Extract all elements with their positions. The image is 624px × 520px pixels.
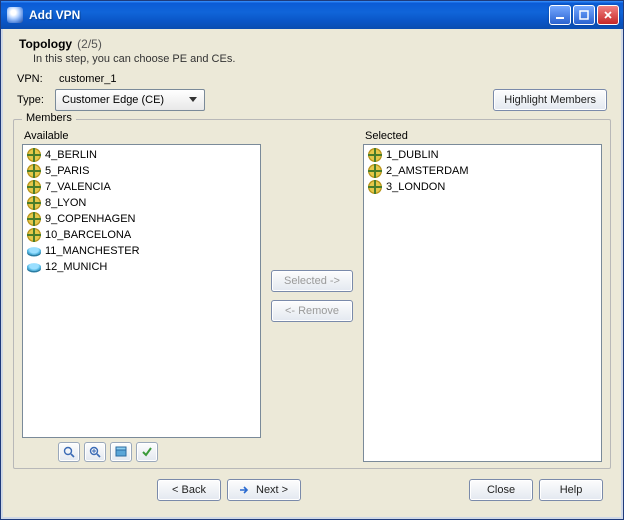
back-button[interactable]: < Back: [157, 479, 221, 501]
heading-title: Topology: [19, 37, 72, 51]
available-column: Available 4_BERLIN 5_PARIS 7_VALENCIA 8_LYO…: [22, 130, 261, 462]
list-item-label: 9_COPENHAGEN: [45, 213, 135, 225]
globe-icon: [27, 164, 41, 178]
list-item-label: 2_AMSTERDAM: [386, 165, 469, 177]
list-item-label: 7_VALENCIA: [45, 181, 111, 193]
disk-icon: [27, 247, 41, 255]
maximize-icon: [579, 10, 589, 20]
check-icon[interactable]: [136, 442, 158, 462]
vpn-value: customer_1: [55, 73, 120, 85]
titlebar[interactable]: Add VPN: [1, 1, 623, 29]
move-right-button[interactable]: Selected ->: [271, 270, 353, 292]
wizard-heading: Topology (2/5) In this step, you can cho…: [19, 37, 611, 65]
list-item[interactable]: 3_LONDON: [366, 179, 599, 195]
selected-column: Selected 1_DUBLIN 2_AMSTERDAM 3_LONDON: [363, 130, 602, 462]
wizard-footer: < Back Next > Close Help: [11, 471, 613, 509]
list-item[interactable]: 8_LYON: [25, 195, 258, 211]
globe-icon: [27, 196, 41, 210]
help-button[interactable]: Help: [539, 479, 603, 501]
members-legend: Members: [22, 112, 76, 124]
list-item[interactable]: 9_COPENHAGEN: [25, 211, 258, 227]
globe-icon: [27, 228, 41, 242]
chevron-down-icon: [186, 93, 200, 107]
list-item[interactable]: 10_BARCELONA: [25, 227, 258, 243]
available-listbox[interactable]: 4_BERLIN 5_PARIS 7_VALENCIA 8_LYON 9_COPENHA…: [22, 144, 261, 438]
add-vpn-window: Add VPN Topology (2/5) In this step, you…: [0, 0, 624, 520]
vpn-row: VPN: customer_1: [17, 73, 607, 85]
close-icon: [603, 10, 613, 20]
type-label: Type:: [17, 94, 55, 106]
content-area: Topology (2/5) In this step, you can cho…: [1, 29, 623, 519]
next-arrow-icon: [240, 485, 250, 495]
globe-icon: [27, 148, 41, 162]
list-item[interactable]: 11_MANCHESTER: [25, 243, 258, 259]
list-toolbar: [22, 438, 261, 462]
globe-icon: [368, 180, 382, 194]
type-selected-value: Customer Edge (CE): [62, 94, 164, 106]
list-item-label: 10_BARCELONA: [45, 229, 131, 241]
move-left-button[interactable]: <- Remove: [271, 300, 353, 322]
globe-icon: [368, 148, 382, 162]
members-group: Members Available 4_BERLIN5_PARIS7_VALEN…: [13, 119, 611, 469]
vpn-label: VPN:: [17, 73, 55, 85]
selected-listbox[interactable]: 1_DUBLIN 2_AMSTERDAM 3_LONDON: [363, 144, 602, 462]
list-item-label: 12_MUNICH: [45, 261, 107, 273]
list-item-label: 11_MANCHESTER: [45, 245, 140, 257]
disk-icon: [27, 263, 41, 271]
selected-label: Selected: [365, 130, 602, 142]
magnifier-icon[interactable]: [58, 442, 80, 462]
box-icon[interactable]: [110, 442, 132, 462]
list-item-label: 4_BERLIN: [45, 149, 97, 161]
next-button[interactable]: Next >: [227, 479, 301, 501]
list-item[interactable]: 2_AMSTERDAM: [366, 163, 599, 179]
highlight-members-button[interactable]: Highlight Members: [493, 89, 607, 111]
list-item-label: 5_PARIS: [45, 165, 89, 177]
globe-icon: [27, 180, 41, 194]
list-item-label: 1_DUBLIN: [386, 149, 439, 161]
list-item[interactable]: 7_VALENCIA: [25, 179, 258, 195]
list-item[interactable]: 5_PARIS: [25, 163, 258, 179]
close-window-button[interactable]: [597, 5, 619, 25]
type-combobox[interactable]: Customer Edge (CE): [55, 89, 205, 111]
list-item-label: 3_LONDON: [386, 181, 445, 193]
heading-step: (2/5): [77, 37, 102, 51]
transfer-buttons: Selected -> <- Remove: [269, 130, 355, 462]
available-label: Available: [24, 130, 261, 142]
heading-subtitle: In this step, you can choose PE and CEs.: [33, 53, 611, 65]
maximize-button[interactable]: [573, 5, 595, 25]
list-item[interactable]: 12_MUNICH: [25, 259, 258, 275]
next-button-label: Next >: [256, 484, 288, 496]
minimize-button[interactable]: [549, 5, 571, 25]
list-item[interactable]: 4_BERLIN: [25, 147, 258, 163]
minimize-icon: [555, 10, 565, 20]
close-button[interactable]: Close: [469, 479, 533, 501]
globe-icon: [368, 164, 382, 178]
java-icon: [7, 7, 23, 23]
globe-icon: [27, 212, 41, 226]
list-item-label: 8_LYON: [45, 197, 86, 209]
window-title: Add VPN: [29, 8, 549, 22]
window-controls: [549, 5, 619, 25]
list-item[interactable]: 1_DUBLIN: [366, 147, 599, 163]
type-row: Type: Customer Edge (CE) Highlight Membe…: [17, 89, 607, 111]
magnifier-plus-icon[interactable]: [84, 442, 106, 462]
